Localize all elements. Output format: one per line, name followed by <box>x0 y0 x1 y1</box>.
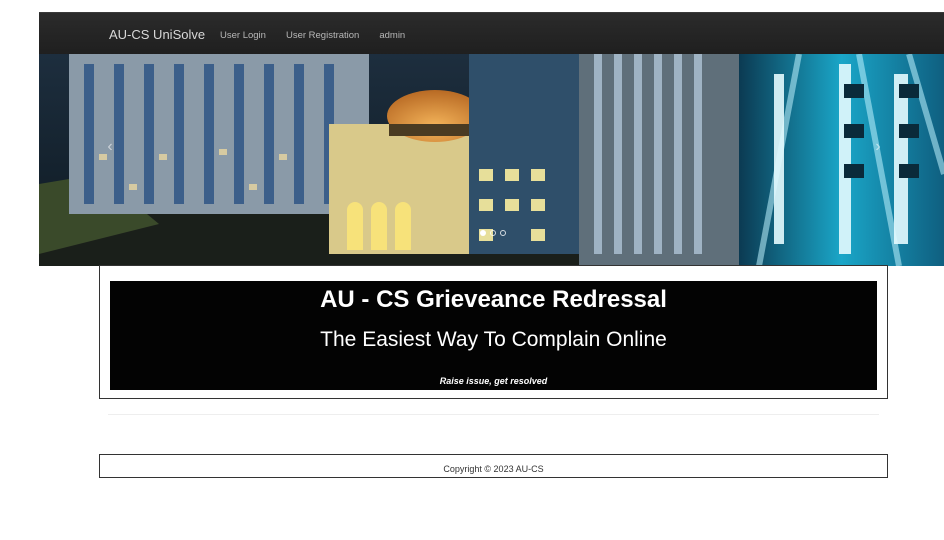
brand-link[interactable]: AU-CS UniSolve <box>109 27 205 42</box>
hero-subtitle: The Easiest Way To Complain Online <box>320 328 667 351</box>
nav-admin-link[interactable]: admin <box>379 30 405 41</box>
nav-user-login-link[interactable]: User Login <box>220 30 266 41</box>
hero-title: AU - CS Grieveance Redressal <box>320 286 667 313</box>
nav-user-registration-link[interactable]: User Registration <box>286 30 359 41</box>
hero-banner: AU - CS Grieveance Redressal The Easiest… <box>110 281 877 390</box>
hero-tagline: Raise issue, get resolved <box>439 376 548 386</box>
footer: Copyright © 2023 AU-CS <box>99 454 888 478</box>
carousel-indicators <box>480 230 506 236</box>
carousel-prev-control[interactable]: ‹ <box>103 138 117 156</box>
carousel-indicator[interactable] <box>480 230 486 236</box>
hero-box: AU - CS Grieveance Redressal The Easiest… <box>99 265 888 399</box>
nav-links: User Login User Registration admin <box>220 30 425 41</box>
image-carousel[interactable]: ‹ › <box>39 54 944 266</box>
carousel-indicator[interactable] <box>490 230 496 236</box>
navbar: AU-CS UniSolve User Login User Registrat… <box>39 12 944 55</box>
divider <box>108 414 879 415</box>
carousel-indicator[interactable] <box>500 230 506 236</box>
copyright-text: Copyright © 2023 AU-CS <box>443 464 544 474</box>
top-strip <box>39 0 944 12</box>
carousel-next-control[interactable]: › <box>871 138 885 156</box>
